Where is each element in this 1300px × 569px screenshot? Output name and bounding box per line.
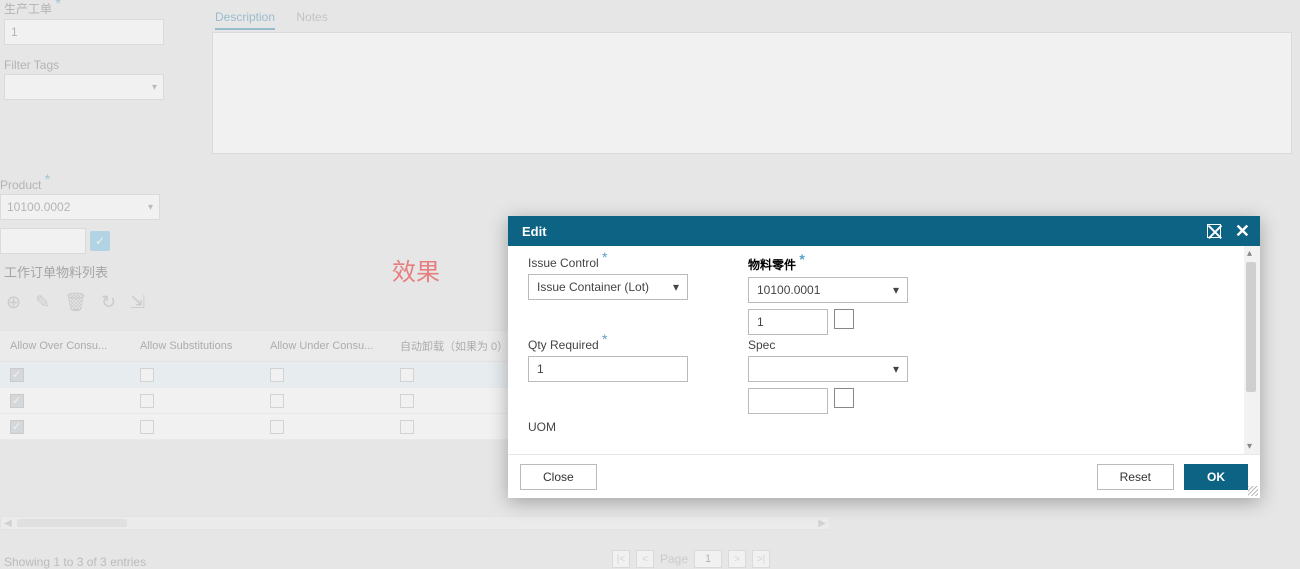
issue-control-label: Issue Control * — [528, 256, 688, 270]
material-sub-input[interactable]: 1 — [748, 309, 828, 335]
material-label: 物料零件 * — [748, 256, 908, 273]
close-icon[interactable]: ✕ — [1235, 222, 1250, 240]
spec-label: Spec — [748, 338, 908, 352]
edit-modal: Edit ✕ Issue Control * Issue Container (… — [508, 216, 1260, 498]
qty-required-input[interactable]: 1 — [528, 356, 688, 382]
scroll-down-icon[interactable]: ▾ — [1247, 441, 1252, 452]
ok-button[interactable]: OK — [1184, 464, 1248, 490]
scroll-thumb[interactable] — [1246, 262, 1256, 392]
close-button[interactable]: Close — [520, 464, 597, 490]
spec-sub-input[interactable] — [748, 388, 828, 414]
material-sub-checkbox[interactable] — [834, 309, 854, 329]
expand-icon[interactable] — [1207, 224, 1221, 238]
spec-dropdown[interactable]: ▾ — [748, 356, 908, 382]
caret-down-icon: ▾ — [893, 362, 899, 376]
uom-label: UOM — [528, 420, 556, 434]
issue-control-dropdown[interactable]: Issue Container (Lot)▾ — [528, 274, 688, 300]
modal-title: Edit — [522, 224, 547, 239]
resize-handle-icon[interactable] — [1248, 486, 1258, 496]
qty-required-label: Qty Required * — [528, 338, 688, 352]
scroll-up-icon[interactable]: ▴ — [1247, 248, 1252, 259]
material-dropdown[interactable]: 10100.0001▾ — [748, 277, 908, 303]
modal-vertical-scrollbar[interactable]: ▴ ▾ — [1244, 246, 1260, 454]
caret-down-icon: ▾ — [673, 280, 679, 294]
reset-button[interactable]: Reset — [1097, 464, 1174, 490]
caret-down-icon: ▾ — [893, 283, 899, 297]
spec-sub-checkbox[interactable] — [834, 388, 854, 408]
